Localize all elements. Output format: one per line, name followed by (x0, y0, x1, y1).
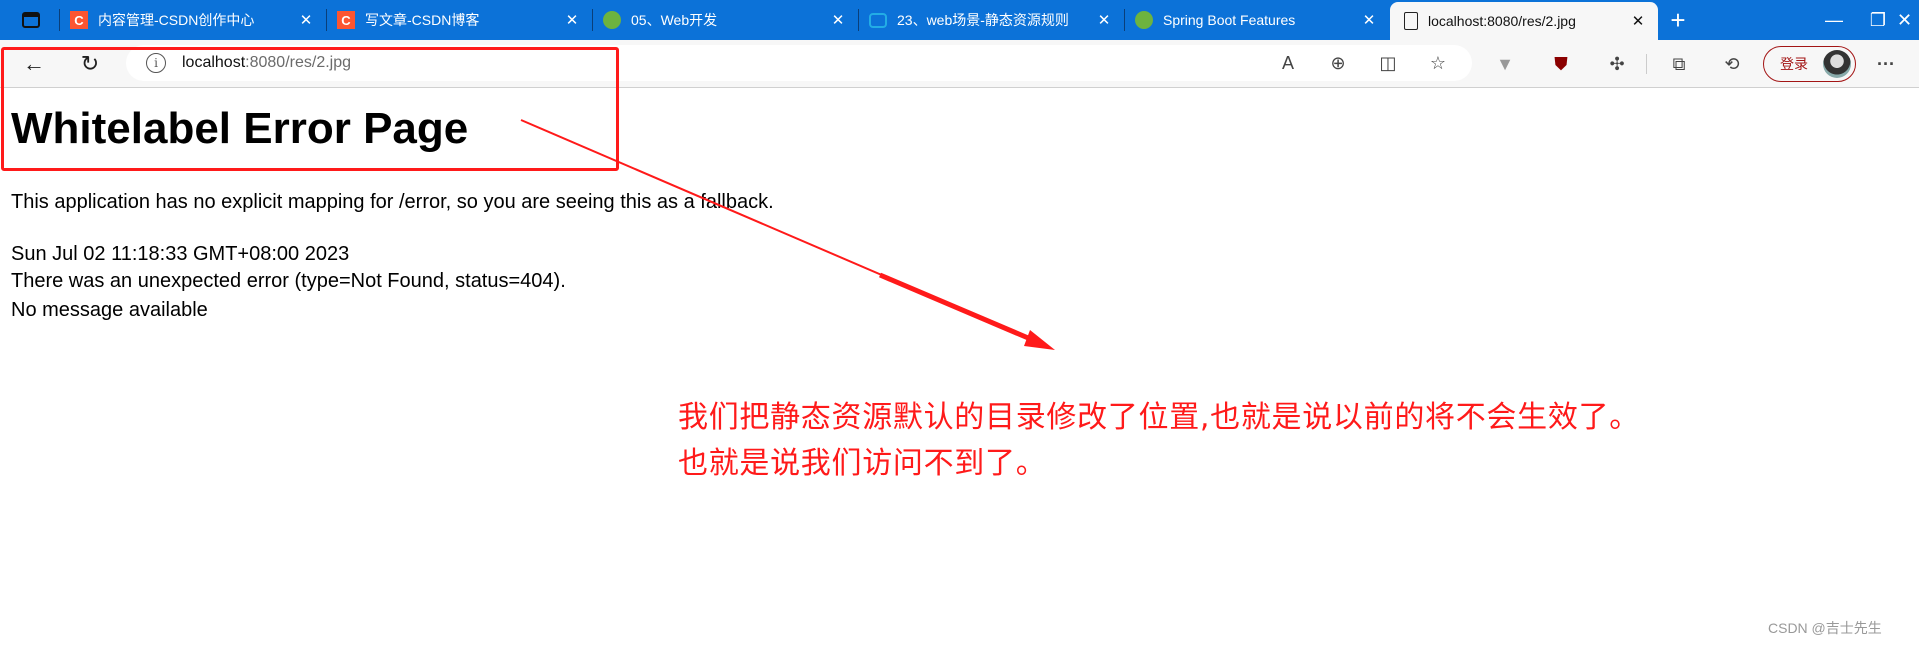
watermark: CSDN @吉士先生 (1768, 620, 1882, 636)
annotation-line-1: 我们把静态资源默认的目录修改了位置,也就是说以前的将不会生效了。 (678, 400, 1640, 435)
arrow-shaft (879, 272, 1041, 346)
arrow-head (1024, 330, 1055, 350)
annotation-line-2: 也就是说我们访问不到了。 (678, 446, 1047, 481)
annotation-arrow (520, 119, 1055, 350)
